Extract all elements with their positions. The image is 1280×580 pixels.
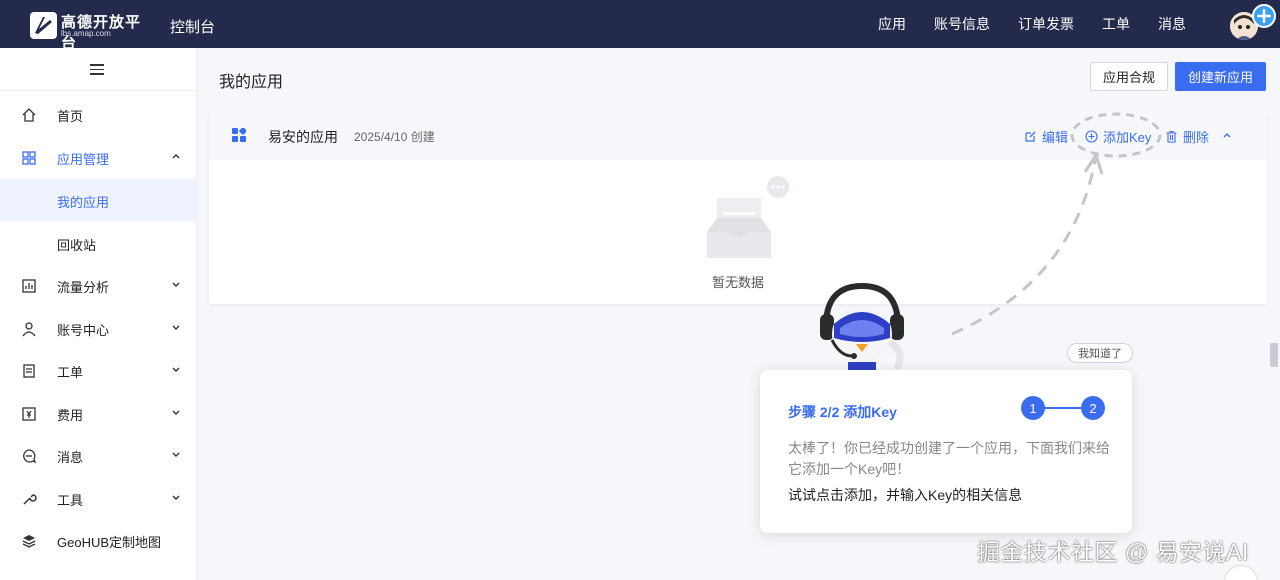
edit-icon — [1025, 131, 1036, 142]
empty-state-text: 暂无数据 — [711, 275, 764, 290]
delete-app-button[interactable]: 删除 — [1165, 127, 1209, 146]
scrollbar-thumb[interactable] — [1270, 343, 1278, 367]
sidebar-item-label: 回收站 — [57, 238, 97, 253]
add-key-label: 添加Key — [1103, 130, 1152, 145]
sidebar-item-tickets[interactable]: 工单 — [0, 349, 196, 391]
sidebar-item-home[interactable]: 首页 — [0, 93, 196, 135]
watermark-text: 掘金技术社区 @ 易安说AI — [977, 539, 1249, 565]
sidebar-item-account-center[interactable]: 账号中心 — [0, 307, 196, 349]
trash-icon — [1166, 130, 1177, 143]
nav-tickets[interactable]: 工单 — [1102, 14, 1130, 34]
delete-label: 删除 — [1183, 130, 1210, 145]
sidebar-item-geohub[interactable]: GeoHUB定制地图 — [0, 519, 196, 561]
nav-account-info[interactable]: 账号信息 — [934, 14, 990, 34]
step-indicator-2: 2 — [1081, 396, 1105, 420]
layers-icon — [22, 535, 36, 548]
app-card-header: 易安的应用 2025/4/10 创建 编辑 添加Key 删除 — [209, 112, 1267, 160]
sidebar: 首页 应用管理 我的应用 回收站 流量分析 账号中心 工单 费用 消息 工具 G… — [0, 48, 197, 580]
add-key-button[interactable]: 添加Key — [1085, 127, 1151, 146]
dismiss-guide-button[interactable]: 我知道了 — [1067, 343, 1133, 363]
chevron-down-icon — [172, 282, 180, 287]
sidebar-item-recycle-bin[interactable]: 回收站 — [0, 222, 196, 264]
sidebar-item-label: 消息 — [57, 450, 84, 465]
console-title[interactable]: 控制台 — [170, 16, 215, 37]
amap-logo[interactable]: 高德开放平台 lbs.amap.com — [30, 10, 150, 52]
plus-icon — [1257, 9, 1271, 23]
page-title: 我的应用 — [219, 74, 284, 91]
step-indicator-1: 1 — [1021, 396, 1045, 420]
sidebar-divider — [0, 90, 196, 91]
home-icon — [22, 108, 36, 122]
sidebar-item-label: 应用管理 — [57, 152, 110, 167]
empty-inbox-icon — [707, 176, 789, 258]
sidebar-item-label: 首页 — [57, 109, 84, 124]
app-name: 易安的应用 — [268, 129, 338, 145]
chevron-down-icon — [172, 367, 180, 372]
wrench-icon — [23, 494, 37, 505]
guide-message: 太棒了！你已经成功创建了一个应用，下面我们来给它添加一个Key吧！ — [788, 440, 1110, 477]
apps-grid-icon — [22, 151, 36, 165]
app-grid-icon — [232, 128, 246, 142]
chart-icon — [22, 279, 36, 293]
sidebar-item-label: 账号中心 — [57, 323, 110, 338]
chevron-down-icon — [172, 452, 180, 457]
sidebar-item-traffic-analysis[interactable]: 流量分析 — [0, 264, 196, 306]
chevron-down-icon — [172, 495, 180, 500]
nav-apps[interactable]: 应用 — [878, 14, 906, 34]
top-nav-links: 应用 账号信息 订单发票 工单 消息 — [878, 0, 1186, 48]
message-icon — [23, 449, 37, 464]
sidebar-item-app-management[interactable]: 应用管理 — [0, 136, 196, 178]
logo-mark-icon — [30, 12, 57, 39]
user-icon — [22, 322, 36, 337]
chevron-up-icon — [172, 154, 180, 159]
chevron-up-icon[interactable] — [1222, 130, 1232, 140]
edit-label: 编辑 — [1042, 130, 1069, 145]
sidebar-item-label: 我的应用 — [57, 195, 110, 210]
plus-circle-icon — [1085, 130, 1098, 143]
chevron-down-icon — [172, 325, 180, 330]
sidebar-item-tools[interactable]: 工具 — [0, 477, 196, 519]
step-connector — [1044, 407, 1082, 409]
sidebar-item-label: 工单 — [57, 365, 84, 380]
onboarding-guide-card: 步骤 2/2 添加Key 1 2 太棒了！你已经成功创建了一个应用，下面我们来给… — [760, 370, 1132, 533]
sidebar-item-label: 费用 — [57, 408, 84, 423]
sidebar-item-messages[interactable]: 消息 — [0, 434, 196, 476]
menu-collapse-icon[interactable] — [90, 64, 104, 76]
quick-add-button[interactable] — [1252, 4, 1276, 28]
guide-instruction: 试试点击添加，并输入Key的相关信息 — [788, 487, 1023, 503]
sidebar-item-label: GeoHUB定制地图 — [57, 535, 162, 550]
nav-messages[interactable]: 消息 — [1158, 14, 1186, 34]
app-card: 易安的应用 2025/4/10 创建 编辑 添加Key 删除 暂无数据 — [209, 112, 1267, 304]
create-app-button[interactable]: 创建新应用 — [1175, 62, 1266, 91]
ticket-icon — [23, 364, 35, 378]
app-created-date: 2025/4/10 创建 — [354, 130, 435, 144]
sidebar-item-my-apps[interactable]: 我的应用 — [0, 179, 196, 221]
chevron-down-icon — [172, 410, 180, 415]
sidebar-item-billing[interactable]: 费用 — [0, 392, 196, 434]
sidebar-item-label: 流量分析 — [57, 280, 110, 295]
nav-orders-invoices[interactable]: 订单发票 — [1018, 14, 1074, 34]
sidebar-item-label: 工具 — [57, 493, 84, 508]
logo-subtitle: lbs.amap.com — [61, 29, 111, 38]
edit-app-button[interactable]: 编辑 — [1024, 127, 1068, 146]
help-float-button[interactable] — [1224, 565, 1258, 580]
mascot-illustration — [820, 282, 904, 372]
top-nav-bar: 高德开放平台 lbs.amap.com 控制台 应用 账号信息 订单发票 工单 … — [0, 0, 1280, 52]
app-compliance-button[interactable]: 应用合规 — [1090, 62, 1168, 91]
guide-step-title: 步骤 2/2 添加Key — [788, 404, 897, 420]
money-icon — [22, 407, 36, 421]
